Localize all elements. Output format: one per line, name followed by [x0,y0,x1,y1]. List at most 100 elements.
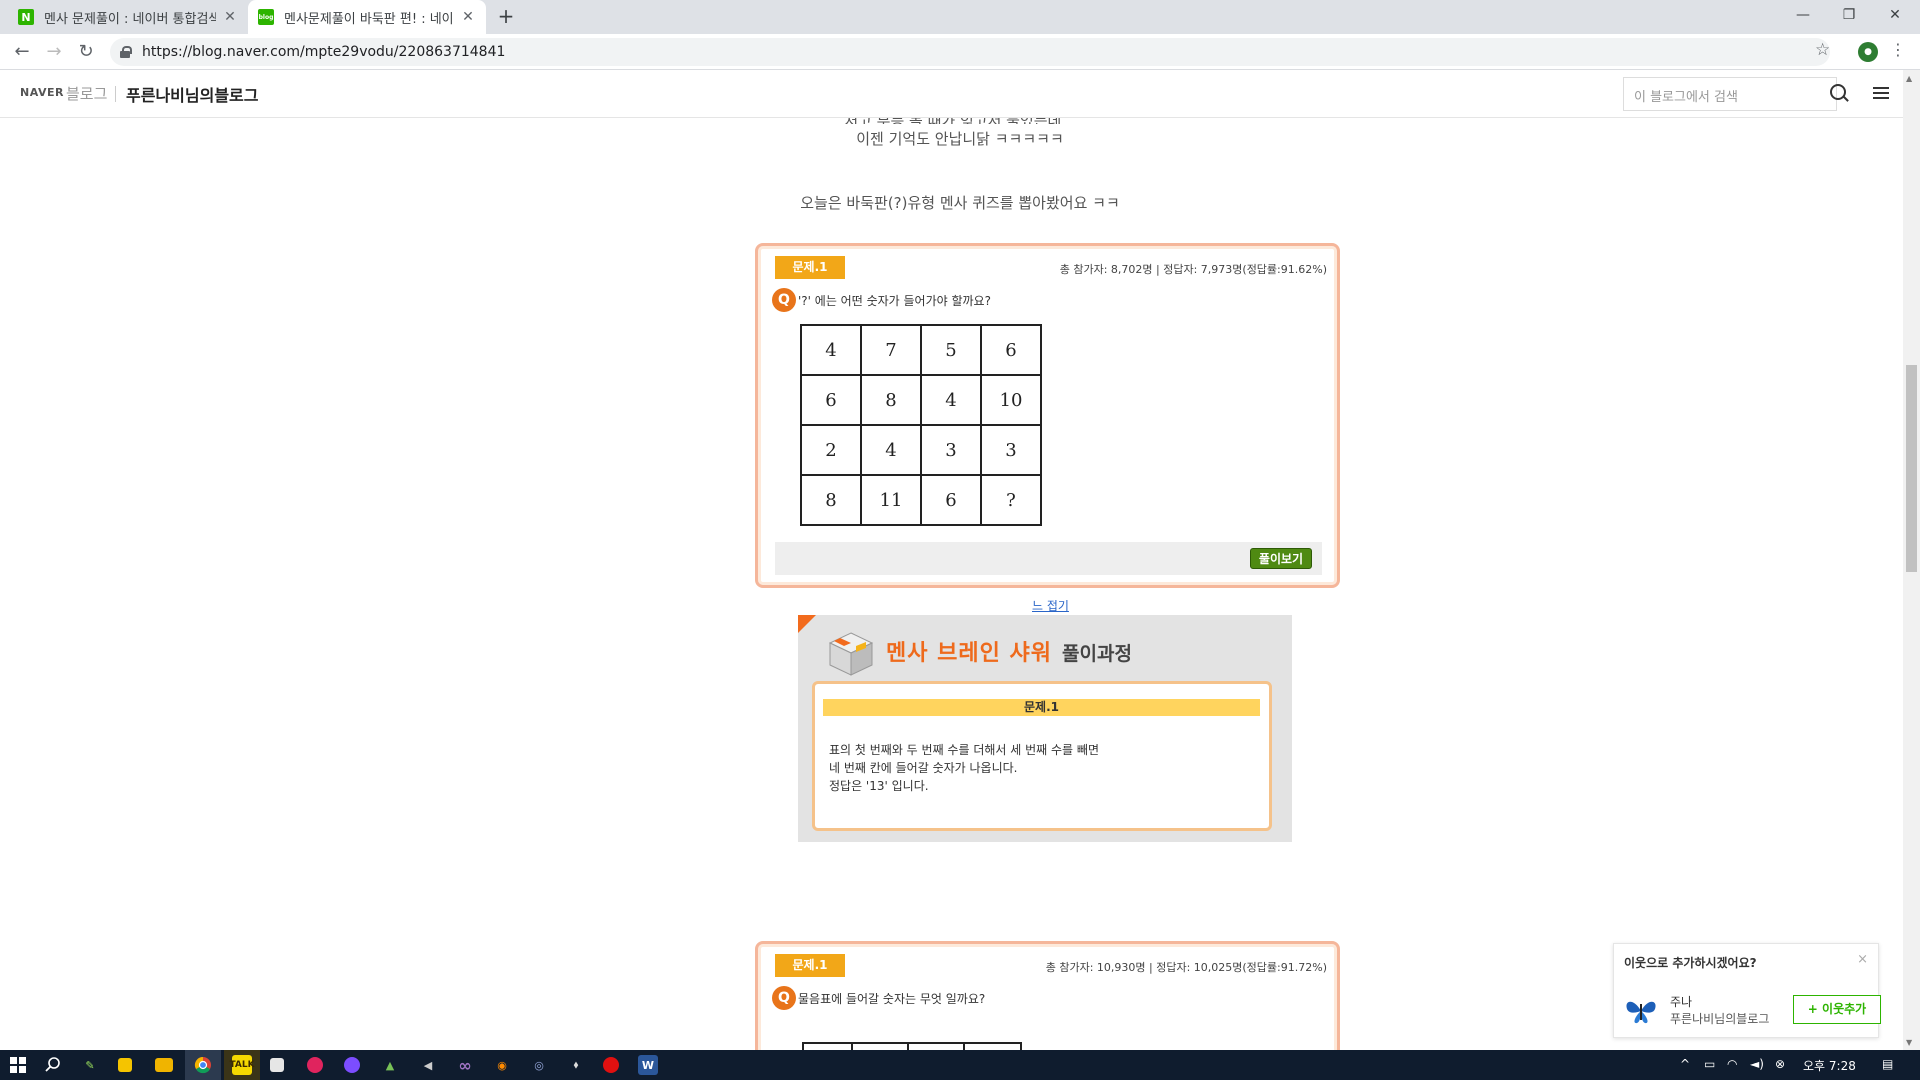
notification-icon[interactable]: ▤ [1882,1057,1893,1071]
file-explorer-icon[interactable] [155,1058,173,1072]
corner-decoration [798,615,816,633]
chrome-icon[interactable] [193,1055,213,1075]
blocked-icon[interactable]: ⊗ [1775,1057,1785,1071]
grid-cell: 7 [860,324,922,376]
solution-title: 멘사 브레인 샤워 [886,641,1052,666]
speaker-app-icon[interactable]: ◀ [418,1055,438,1075]
sticky-notes-icon[interactable] [118,1058,132,1072]
menu-icon[interactable] [1873,87,1889,99]
media-app-icon[interactable] [307,1057,323,1073]
grid-cell: ? [980,474,1042,526]
content-text-line: 이젠 기억도 안납니닭 ㅋㅋㅋㅋㅋ [856,130,1064,148]
browser-tab-bar: N 멘사 문제풀이 : 네이버 통합검색 ✕ blog 멘사문제풀이 바둑판 편… [0,0,1920,34]
blender-icon[interactable]: ◉ [492,1055,512,1075]
close-tab-icon[interactable]: ✕ [222,9,238,25]
profile-avatar[interactable]: ● [1858,42,1878,62]
volume-icon[interactable]: ◄) [1750,1057,1764,1071]
browser-toolbar: ← → ↻ https://blog.naver.com/mpte29vodu/… [0,34,1920,70]
grid-cell: 11 [860,474,922,526]
close-tab-icon[interactable]: ✕ [460,9,476,25]
battery-icon[interactable]: ▭ [1704,1057,1715,1071]
back-arrow-icon[interactable]: ← [10,40,34,64]
scroll-down-arrow-icon[interactable]: ▼ [1906,1038,1912,1047]
solution-line: 표의 첫 번째와 두 번째 수를 더해서 세 번째 수를 빼면 [829,743,1099,757]
close-window-button[interactable]: ✕ [1872,0,1918,30]
search-icon[interactable] [1830,84,1846,100]
tab-search[interactable]: N 멘사 문제풀이 : 네이버 통합검색 ✕ [8,0,248,34]
solution-text: 표의 첫 번째와 두 번째 수를 더해서 세 번째 수를 빼면 네 번째 칸에 … [829,741,1099,795]
number-grid: 4 7 5 6 6 8 4 10 2 4 3 3 8 11 6 ? [800,324,1042,526]
grid-cell: 6 [920,474,982,526]
record-app-icon[interactable] [603,1057,619,1073]
search-icon[interactable] [43,1055,63,1075]
messenger-app-icon[interactable] [344,1057,360,1073]
grid-cell: 4 [860,424,922,476]
grid-row: 8 11 6 ? [800,474,1042,526]
grid-cell: 3 [920,424,982,476]
answer-bar: 풀이보기 [775,542,1322,575]
grid-row: 4 7 5 6 [800,324,1042,376]
bookmark-star-icon[interactable]: ☆ [1815,40,1830,60]
clock[interactable]: 오후 7:28 [1803,1057,1856,1074]
app-icon[interactable]: ◎ [529,1055,549,1075]
forward-arrow-icon[interactable]: → [42,40,66,64]
quiz-label: 문제.1 [775,256,845,279]
new-tab-button[interactable]: + [494,5,518,29]
naver-logo[interactable]: NAVER [20,86,64,99]
scroll-up-arrow-icon[interactable]: ▲ [1906,74,1912,83]
grid-row: 2 4 3 3 [800,424,1042,476]
grid-cell: 2 [800,424,862,476]
visual-studio-icon[interactable]: ∞ [455,1055,475,1075]
kakaotalk-icon[interactable]: TALK [229,1055,255,1075]
screen: { "browser": { "tabs": [ {"title": "멘사 문… [0,0,1920,1080]
maximize-button[interactable]: ❐ [1826,0,1872,30]
tray-expand-icon[interactable]: ^ [1680,1057,1690,1071]
scrollbar-thumb[interactable] [1906,365,1917,572]
reload-icon[interactable]: ↻ [74,40,98,64]
grid-cell: 6 [980,324,1042,376]
minimize-button[interactable]: — [1780,0,1826,30]
solution-box: 문제.1 표의 첫 번째와 두 번째 수를 더해서 세 번째 수를 빼면 네 번… [812,681,1272,831]
quiz-question: '?' 에는 어떤 숫자가 들어가야 할까요? [798,294,991,308]
browser-menu-icon[interactable]: ⋮ [1890,40,1906,59]
solution-subtitle: 풀이과정 [1062,643,1132,665]
quiz-question: 물음표에 들어갈 숫자는 무엇 일까요? [798,992,986,1006]
android-icon[interactable]: ▲ [380,1055,400,1075]
grid-cell: 10 [980,374,1042,426]
pen-app-icon[interactable]: ✎ [80,1055,100,1075]
grid-cell: 8 [800,474,862,526]
solution-panel: 멘사 브레인 샤워 풀이과정 문제.1 표의 첫 번째와 두 번째 수를 더해서… [798,615,1292,842]
neighbor-blog: 푸른나비님의블로그 [1670,1012,1770,1026]
neighbor-name: 주나 [1670,995,1693,1009]
solution-header: 문제.1 [823,699,1260,716]
windows-start-icon[interactable] [8,1055,28,1075]
calculator-icon[interactable] [270,1058,284,1072]
quiz-stats: 총 참가자: 8,702명 | 정답자: 7,973명(정답률:91.62%) [1059,263,1327,276]
naver-blog-favicon-icon: blog [258,9,274,25]
divider [115,86,116,102]
network-icon[interactable]: ◠ [1727,1057,1737,1071]
add-neighbor-popup: 이웃으로 추가하시겠어요? × 주나 푸른나비님의블로그 + 이웃추가 [1613,943,1881,1038]
blog-search-input[interactable]: 이 블로그에서 검색 [1623,77,1837,111]
blog-home-link[interactable]: 블로그 [66,83,107,104]
fold-link[interactable]: 느 접기 [1032,597,1069,614]
add-neighbor-button[interactable]: + 이웃추가 [1793,995,1881,1024]
grid-cell: 6 [800,374,862,426]
rubik-cube-icon [828,632,874,676]
close-icon[interactable]: × [1857,952,1868,967]
butterfly-avatar-icon [1626,1001,1656,1024]
grid-cell: 4 [800,324,862,376]
quiz-label: 문제.1 [775,954,845,977]
address-bar[interactable]: https://blog.naver.com/mpte29vodu/220863… [110,38,1830,66]
q-icon: Q [772,986,796,1010]
naver-favicon-icon: N [18,9,34,25]
tab-blog-active[interactable]: blog 멘사문제풀이 바둑판 편! : 네이버 ✕ [248,0,486,34]
pin-app-icon[interactable]: ⬧ [566,1055,586,1075]
word-icon[interactable]: W [638,1055,658,1075]
content-intro-text: 오늘은 바둑판(?)유형 멘사 퀴즈를 뽑아봤어요 ㅋㅋ [800,194,1120,212]
solution-line: 네 번째 칸에 들어갈 숫자가 나옵니다. [829,761,1018,775]
blog-name[interactable]: 푸른나비님의블로그 [126,82,258,106]
show-answer-button[interactable]: 풀이보기 [1250,548,1312,569]
grid-cell: 8 [860,374,922,426]
neighbor-question: 이웃으로 추가하시겠어요? [1624,956,1757,970]
